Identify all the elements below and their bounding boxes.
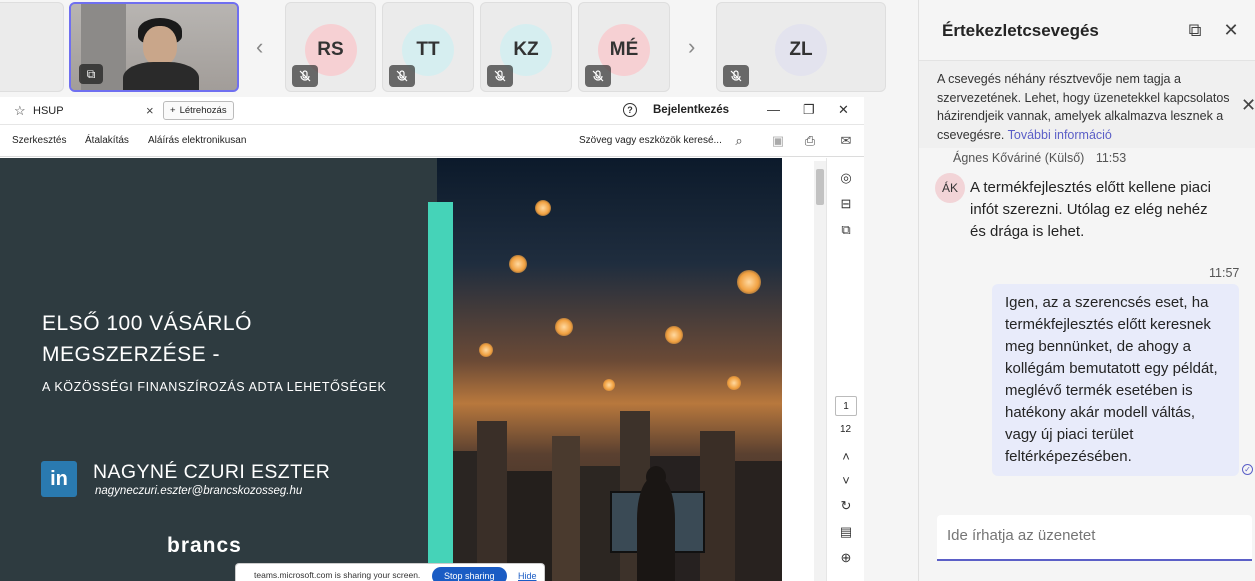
light-orb <box>665 326 683 344</box>
message-meta: Ágnes Kőváriné (Külső) 11:53 <box>953 151 1126 165</box>
menu-esign[interactable]: Aláírás elektronikusan <box>148 135 246 146</box>
light-orb <box>535 200 551 216</box>
compose-box[interactable] <box>937 515 1252 561</box>
viewer-tab-bar: ☆ HSUP × + Létrehozás ? Bejelentkezés — ❐… <box>0 97 864 125</box>
notice-text: A csevegés néhány résztvevője nem tagja … <box>937 70 1237 144</box>
create-button[interactable]: + Létrehozás <box>163 101 234 120</box>
hide-banner-link[interactable]: Hide <box>518 571 537 581</box>
participant-tile-tt[interactable]: TT <box>382 2 474 92</box>
dismiss-notice-icon[interactable]: ✕ <box>1241 95 1255 116</box>
search-icon[interactable]: ⌕ <box>731 133 747 149</box>
menu-convert[interactable]: Átalakítás <box>85 135 129 146</box>
sign-in-button[interactable]: Bejelentkezés <box>653 104 729 116</box>
mic-off-icon <box>389 65 415 87</box>
bookmark-icon[interactable]: ⊟ <box>838 196 854 212</box>
screen-share-icon: ⧉ <box>79 64 103 84</box>
sender-name: Ágnes Kőváriné (Külső) <box>953 151 1085 165</box>
restore-icon[interactable]: ❐ <box>803 102 815 118</box>
light-orb <box>509 255 527 273</box>
participant-tile-me[interactable]: MÉ <box>578 2 670 92</box>
save-icon[interactable]: ▣ <box>770 133 786 149</box>
light-orb <box>737 270 761 294</box>
message-input[interactable] <box>947 527 1237 544</box>
close-chat-icon[interactable]: ✕ <box>1221 20 1241 40</box>
participant-face <box>143 26 177 66</box>
shared-pdf-viewer: ☆ HSUP × + Létrehozás ? Bejelentkezés — ❐… <box>0 97 864 581</box>
share-banner-text: teams.microsoft.com is sharing your scre… <box>254 570 421 580</box>
participant-video-tile[interactable]: ⧉ <box>69 2 239 92</box>
teams-meeting-window: ⧉ ‹ RS TT KZ MÉ › ZL ☆ HSUP × + Létrehoz… <box>0 0 1255 581</box>
external-participants-notice: A csevegés néhány résztvevője nem tagja … <box>919 60 1255 148</box>
slide-title-line-2: MEGSZERZÉSE - <box>42 343 221 366</box>
document-scrollbar[interactable] <box>814 161 826 581</box>
viewer-toolbar: Szerkesztés Átalakítás Aláírás elektroni… <box>0 125 864 157</box>
participant-strip: ⧉ ‹ RS TT KZ MÉ › ZL <box>0 0 918 96</box>
slide-city-illustration <box>437 158 782 581</box>
chat-title: Értekezletcsevegés <box>942 21 1099 40</box>
outgoing-message[interactable]: Igen, az a szerencsés eset, ha termékfej… <box>992 284 1239 476</box>
zoom-in-icon[interactable]: ⊕ <box>838 550 854 566</box>
pop-out-icon[interactable]: ⧉ <box>1185 20 1205 40</box>
strip-prev-chevron-icon[interactable]: ‹ <box>256 34 263 60</box>
help-icon[interactable]: ? <box>623 103 637 117</box>
participant-body <box>123 62 199 90</box>
mic-off-icon <box>292 65 318 87</box>
mic-off-icon <box>487 65 513 87</box>
plus-icon: + <box>170 105 176 116</box>
chevron-up-icon[interactable]: ˄ <box>838 448 854 464</box>
document-page: ELSŐ 100 VÁSÁRLÓ MEGSZERZÉSE - A KÖZÖSSÉ… <box>0 158 782 581</box>
stop-sharing-button[interactable]: Stop sharing <box>432 567 507 581</box>
star-icon[interactable]: ☆ <box>14 103 26 119</box>
copy-pages-icon[interactable]: ⧉ <box>838 222 854 238</box>
scrollbar-thumb[interactable] <box>816 169 824 205</box>
light-orb <box>555 318 573 336</box>
chevron-down-icon[interactable]: ˅ <box>838 472 854 488</box>
participant-tile-zl[interactable]: ZL <box>716 2 886 92</box>
avatar[interactable]: ÁK <box>935 173 965 203</box>
linkedin-icon: in <box>41 461 77 497</box>
total-pages: 12 <box>840 424 852 435</box>
mic-off-icon <box>585 65 611 87</box>
minimize-icon[interactable]: — <box>767 102 780 117</box>
slide-text-panel: ELSŐ 100 VÁSÁRLÓ MEGSZERZÉSE - A KÖZÖSSÉ… <box>0 158 437 581</box>
read-receipt-icon: ✓ <box>1242 464 1253 475</box>
light-orb <box>479 343 493 357</box>
viewer-side-toolbar: ◎ ⊟ ⧉ 1 12 ˄ ˅ ↻ ▤ ⊕ <box>826 158 864 581</box>
author-email: nagyneczuri.eszter@brancskozosseg.hu <box>95 485 303 497</box>
incoming-message[interactable]: A termékfejlesztés előtt kellene piaci i… <box>970 177 1220 243</box>
document-tab[interactable]: HSUP <box>33 105 64 117</box>
slide-subtitle: A KÖZÖSSÉGI FINANSZÍROZÁS ADTA LEHETŐSÉG… <box>42 380 387 394</box>
menu-edit[interactable]: Szerkesztés <box>12 135 66 146</box>
document-info-icon[interactable]: ▤ <box>838 524 854 540</box>
slide-title-line-1: ELSŐ 100 VÁSÁRLÓ <box>42 312 252 335</box>
avatar: ZL <box>775 24 827 76</box>
mail-icon[interactable]: ✉ <box>838 133 854 149</box>
slide-title: ELSŐ 100 VÁSÁRLÓ MEGSZERZÉSE - <box>42 308 422 370</box>
message-time: 11:53 <box>1095 151 1127 165</box>
refresh-icon[interactable]: ↻ <box>838 498 854 514</box>
participant-tile-kz[interactable]: KZ <box>480 2 572 92</box>
create-button-label: Létrehozás <box>179 105 227 116</box>
brand-logo: brancs <box>167 534 242 557</box>
tool-search-field[interactable]: Szöveg vagy eszközök keresé... <box>579 135 722 146</box>
participant-tile-rs[interactable]: RS <box>285 2 376 92</box>
strip-next-chevron-icon[interactable]: › <box>688 34 695 60</box>
close-window-icon[interactable]: ✕ <box>838 102 849 118</box>
outgoing-message-time: 11:57 <box>1209 266 1240 280</box>
participant-tile-partial[interactable] <box>0 2 64 92</box>
screen-share-banner: teams.microsoft.com is sharing your scre… <box>235 563 545 581</box>
current-page-field[interactable]: 1 <box>835 396 857 416</box>
mic-off-icon <box>723 65 749 87</box>
teal-accent-bar <box>428 202 453 581</box>
close-tab-icon[interactable]: × <box>146 103 154 118</box>
author-name: NAGYNÉ CZURI ESZTER <box>93 461 331 483</box>
print-icon[interactable]: ⎙ <box>802 133 818 149</box>
comment-icon[interactable]: ◎ <box>838 170 854 186</box>
meeting-chat-panel: Értekezletcsevegés ⧉ ✕ A csevegés néhány… <box>918 0 1255 581</box>
illustration-person <box>637 478 675 581</box>
learn-more-link[interactable]: További információ <box>1008 128 1112 142</box>
